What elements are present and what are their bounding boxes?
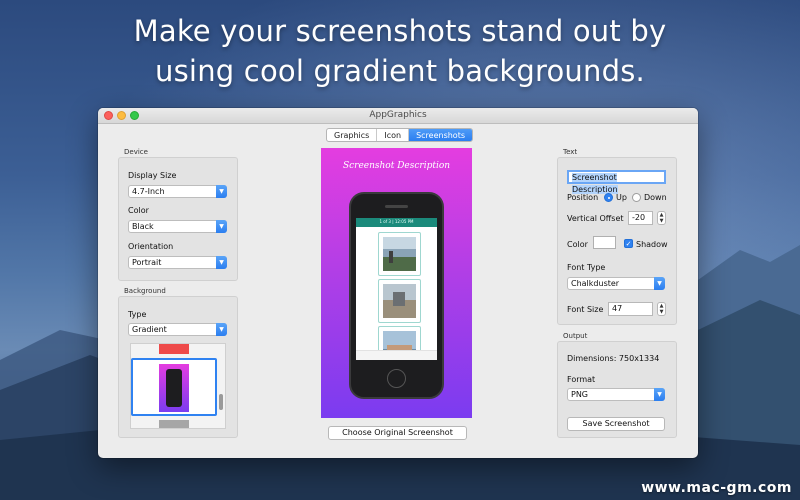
chevron-updown-icon: ▼ xyxy=(654,277,665,290)
mini-phone-icon xyxy=(166,369,182,407)
chevron-updown-icon: ▼ xyxy=(216,323,227,336)
gradient-swatch-selected[interactable] xyxy=(131,358,217,416)
swatch-list-scrollbar[interactable] xyxy=(219,394,223,410)
home-button-icon xyxy=(387,369,406,388)
app-status-text: 1 of 3 | 12:05 PM xyxy=(379,219,414,224)
format-label: Format xyxy=(567,375,596,384)
promo-headline-line1: Make your screenshots stand out by xyxy=(133,14,667,48)
photo-card xyxy=(378,232,421,276)
choose-original-screenshot-button[interactable]: Choose Original Screenshot xyxy=(328,426,467,440)
background-section-label: Background xyxy=(124,287,166,295)
phone-speaker xyxy=(385,205,408,208)
font-type-value: Chalkduster xyxy=(571,279,620,288)
gradient-swatch-purple xyxy=(159,364,189,412)
dimensions-text: Dimensions: 750x1334 xyxy=(567,354,660,363)
chevron-updown-icon: ▼ xyxy=(216,256,227,269)
background-type-value: Gradient xyxy=(132,325,167,334)
orientation-value: Portrait xyxy=(132,258,162,267)
position-down-label: Down xyxy=(644,193,667,202)
save-screenshot-button[interactable]: Save Screenshot xyxy=(567,417,665,431)
phone-screen: 1 of 3 | 12:05 PM xyxy=(356,218,437,360)
text-section-label: Text xyxy=(563,148,578,156)
gradient-swatch-list[interactable] xyxy=(130,343,226,429)
device-color-popup[interactable]: Black ▼ xyxy=(128,220,227,233)
tab-screenshots[interactable]: Screenshots xyxy=(409,129,473,141)
text-color-label: Color xyxy=(567,240,588,249)
format-popup[interactable]: PNG ▼ xyxy=(567,388,665,401)
vertical-offset-field[interactable]: -20 xyxy=(628,211,653,225)
phone-frame: 1 of 3 | 12:05 PM xyxy=(349,192,444,399)
gradient-swatch-gray[interactable] xyxy=(159,420,189,428)
background-type-popup[interactable]: Gradient ▼ xyxy=(128,323,227,336)
background-type-label: Type xyxy=(128,310,147,319)
display-size-popup[interactable]: 4.7-Inch ▼ xyxy=(128,185,227,198)
font-type-label: Font Type xyxy=(567,263,606,272)
mode-tab-bar: Graphics Icon Screenshots xyxy=(326,128,474,142)
tab-icon[interactable]: Icon xyxy=(377,129,410,141)
window-title: AppGraphics xyxy=(369,110,427,120)
description-value: Screenshot Description xyxy=(572,173,618,194)
position-label: Position xyxy=(567,193,599,202)
orientation-popup[interactable]: Portrait ▼ xyxy=(128,256,227,269)
window-titlebar: AppGraphics xyxy=(98,108,698,124)
device-color-value: Black xyxy=(132,222,154,231)
display-size-label: Display Size xyxy=(128,171,177,180)
screenshot-preview: Screenshot Description 1 of 3 | 12:05 PM xyxy=(321,148,472,418)
font-type-popup[interactable]: Chalkduster ▼ xyxy=(567,277,665,290)
shadow-label: Shadow xyxy=(636,240,668,249)
position-up-label: Up xyxy=(616,193,627,202)
app-status-bar: 1 of 3 | 12:05 PM xyxy=(356,218,437,227)
display-size-value: 4.7-Inch xyxy=(132,187,165,196)
text-color-well[interactable] xyxy=(593,236,616,249)
preview-caption: Screenshot Description xyxy=(342,161,451,171)
vertical-offset-stepper[interactable]: ▲ ▼ xyxy=(657,211,666,225)
orientation-label: Orientation xyxy=(128,242,174,251)
app-bottom-bar xyxy=(356,350,437,360)
chevron-updown-icon: ▼ xyxy=(654,388,665,401)
font-size-field[interactable]: 47 xyxy=(608,302,653,316)
photo-card xyxy=(378,279,421,323)
site-watermark: www.mac-gm.com xyxy=(641,480,792,496)
chevron-updown-icon: ▼ xyxy=(216,185,227,198)
font-size-stepper[interactable]: ▲ ▼ xyxy=(657,302,666,316)
gradient-swatch-red[interactable] xyxy=(159,344,189,354)
shadow-checkbox[interactable]: ✓ xyxy=(624,239,633,248)
tab-graphics[interactable]: Graphics xyxy=(327,129,378,141)
chevron-updown-icon: ▼ xyxy=(216,220,227,233)
promo-headline-line2: using cool gradient backgrounds. xyxy=(155,54,645,88)
output-section-label: Output xyxy=(563,332,588,340)
photo-bridge-icon xyxy=(383,237,416,271)
photo-coast-icon xyxy=(383,284,416,318)
device-color-label: Color xyxy=(128,206,149,215)
description-field[interactable]: Screenshot Description xyxy=(567,170,666,194)
device-section-label: Device xyxy=(124,148,148,156)
position-up-radio[interactable] xyxy=(604,193,613,202)
vertical-offset-label: Vertical Offset xyxy=(567,214,624,223)
position-down-radio[interactable] xyxy=(632,193,641,202)
format-value: PNG xyxy=(571,390,589,399)
font-size-label: Font Size xyxy=(567,305,604,314)
